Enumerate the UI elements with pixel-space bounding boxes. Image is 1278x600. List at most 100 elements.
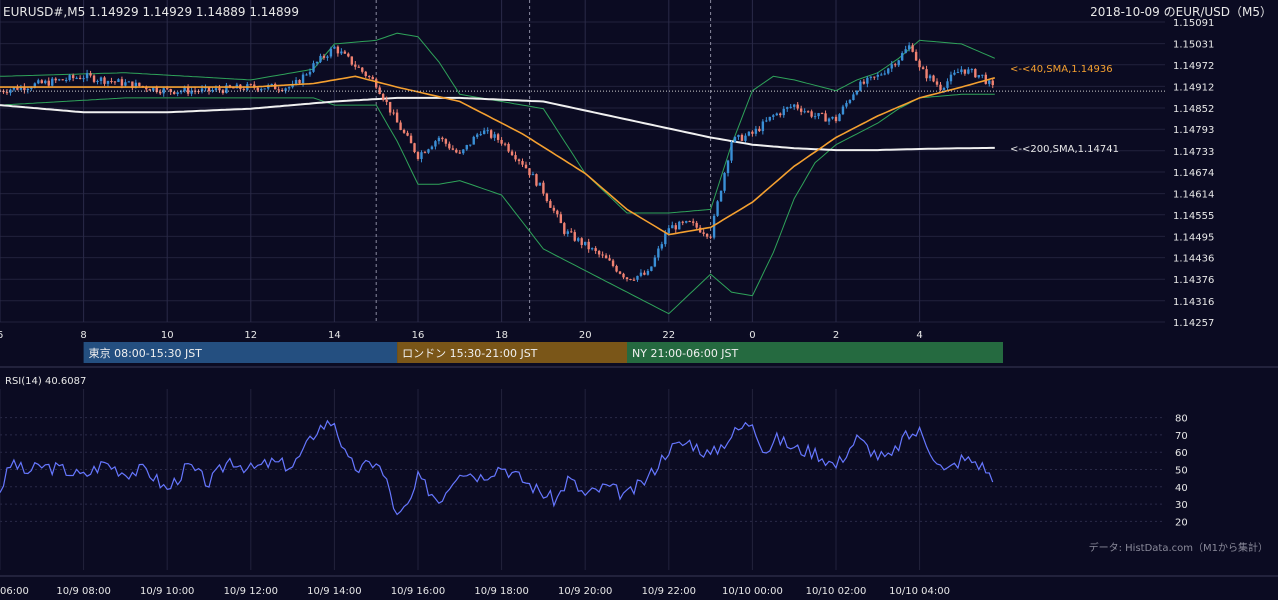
candle-body: [615, 266, 618, 272]
candle-body: [782, 108, 785, 116]
candle-body: [423, 152, 427, 154]
candle-body: [869, 76, 873, 78]
candle-body: [343, 51, 347, 54]
session-label: ロンドン 15:30-21:00 JST: [402, 347, 538, 360]
candle-body: [796, 104, 799, 109]
candle-body: [92, 75, 96, 82]
candle-body: [308, 71, 312, 75]
price-y-axis-labels: 1.15091 1.15031 1.14972 1.14912 1.14852 1.147…: [1173, 18, 1214, 329]
price-x-tick-label: 2: [833, 330, 839, 341]
candle-body: [186, 87, 190, 94]
candle-body: [911, 45, 914, 52]
candle-body: [667, 228, 670, 234]
candle-body: [430, 146, 434, 150]
candle-body: [827, 118, 831, 122]
candle-body: [493, 134, 496, 138]
candle-body: [723, 173, 726, 191]
candle-body: [284, 88, 287, 91]
price-y-tick-label: 1.14436: [1173, 254, 1214, 265]
candle-body: [263, 88, 266, 90]
candle-body: [340, 51, 343, 54]
price-y-tick-label: 1.14555: [1173, 211, 1214, 222]
candle-body: [507, 143, 510, 152]
candle-body: [399, 122, 402, 130]
candle-body: [914, 51, 918, 61]
candle-body: [64, 80, 68, 82]
candle-body: [127, 81, 131, 83]
candle-body: [587, 241, 590, 250]
candle-body: [469, 144, 472, 146]
candle-body: [385, 99, 388, 102]
candle-body: [270, 83, 273, 86]
candle-body: [977, 75, 981, 78]
candle-body: [963, 69, 967, 74]
candle-body: [806, 111, 810, 113]
candle-body: [434, 141, 437, 147]
candle-body: [590, 248, 594, 250]
candle-body: [30, 87, 33, 89]
price-y-tick-label: 1.14257: [1173, 318, 1214, 329]
candle-body: [883, 73, 886, 75]
candle-body: [298, 79, 301, 84]
candle-body: [277, 89, 280, 91]
price-y-tick-label: 1.14793: [1173, 125, 1214, 136]
candle-body: [664, 233, 667, 245]
candle-body: [392, 112, 395, 114]
candle-body: [942, 87, 946, 90]
rsi-x-tick-label: 10/9 10:00: [140, 586, 194, 597]
candle-body: [26, 88, 30, 91]
candle-body: [347, 53, 350, 57]
candle-body: [563, 223, 566, 234]
candle-body: [99, 77, 103, 81]
price-x-tick-label: 6: [0, 330, 3, 341]
candle-body: [956, 72, 960, 74]
candle-body: [702, 232, 705, 234]
candle-body: [260, 89, 263, 91]
rsi-x-tick-label: 10/9 12:00: [224, 586, 278, 597]
candle-body: [58, 79, 61, 81]
candle-body: [402, 129, 406, 133]
candle-body: [329, 48, 333, 57]
candle-body: [113, 81, 117, 83]
candle-body: [653, 257, 657, 267]
candle-body: [939, 84, 942, 90]
candle-body: [71, 75, 75, 79]
candle-body: [503, 143, 507, 145]
chart-stage: EURUSD#,M5 1.14929 1.14929 1.14889 1.148…: [0, 0, 1278, 600]
candle-body: [315, 61, 319, 64]
candle-body: [110, 80, 113, 82]
price-x-tick-label: 20: [579, 330, 592, 341]
candle-body: [138, 82, 141, 86]
candle-body: [437, 137, 441, 142]
candle-body: [420, 152, 423, 159]
candle-body: [737, 134, 740, 137]
candle-body: [981, 74, 984, 76]
candle-body: [486, 130, 489, 132]
rsi-x-tick-label: 10/9 20:00: [558, 586, 612, 597]
candle-body: [5, 92, 9, 94]
candle-body: [545, 193, 549, 202]
candle-body: [772, 115, 775, 117]
candle-body: [61, 79, 64, 81]
price-x-tick-label: 22: [662, 330, 675, 341]
candle-body: [876, 74, 879, 77]
candle-body: [838, 114, 841, 122]
session-band: 東京 08:00-15:30 JST ロンドン 15:30-21:00 JST NY…: [83, 342, 1003, 363]
price-y-tick-label: 1.14316: [1173, 297, 1214, 308]
candle-body: [305, 74, 308, 76]
source-note: データ: HistData.com（M1から集計）: [1089, 541, 1268, 554]
candle-body: [900, 53, 904, 61]
candle-body: [611, 260, 615, 267]
candle-body: [322, 55, 326, 58]
candle-body: [409, 135, 413, 144]
candle-body: [566, 231, 569, 234]
candle-body: [629, 279, 632, 281]
candle-body: [117, 79, 120, 82]
candle-body: [361, 67, 364, 72]
candle-body: [521, 161, 524, 165]
price-x-tick-label: 16: [412, 330, 425, 341]
candle-body: [907, 45, 911, 50]
candle-body: [768, 116, 772, 121]
candle-body: [326, 56, 329, 58]
candle-body: [249, 84, 252, 86]
